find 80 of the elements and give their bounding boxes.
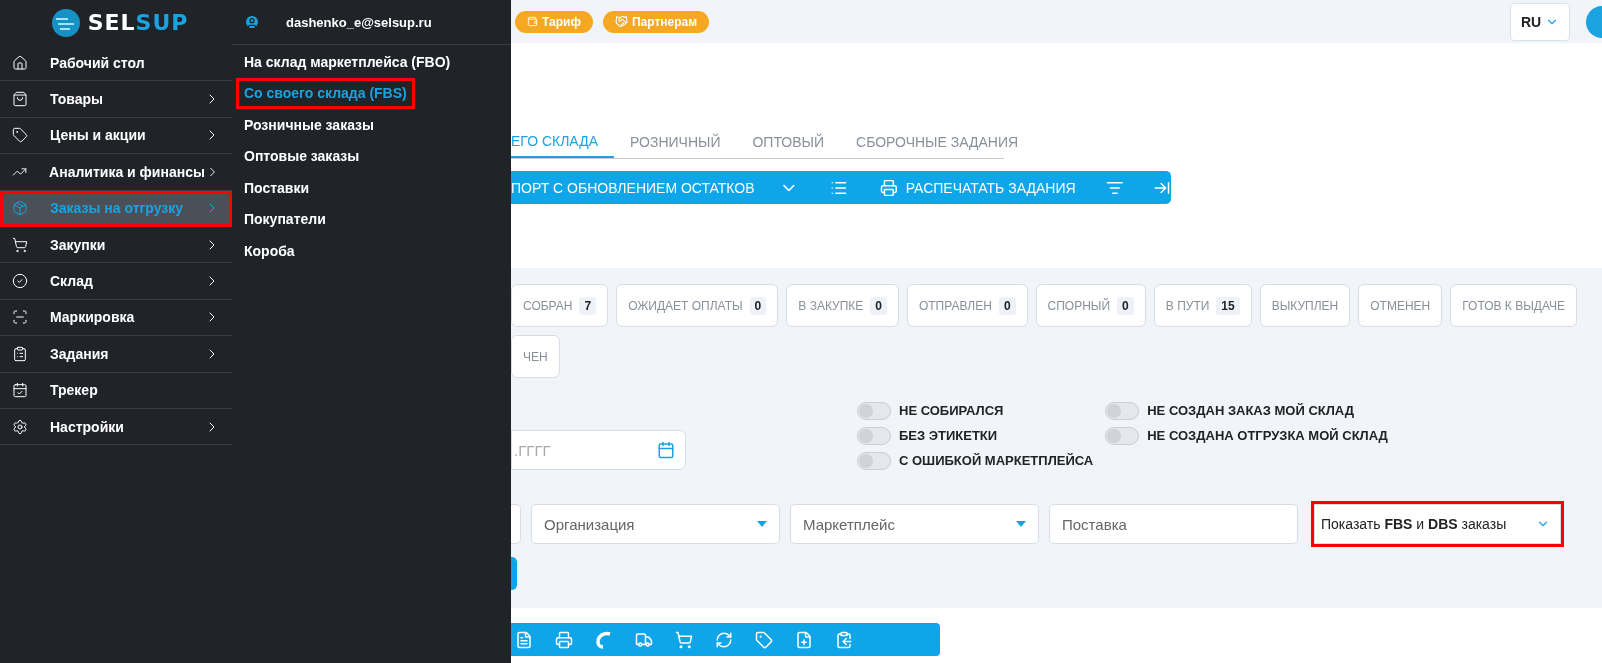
- refresh-icon: [715, 630, 733, 649]
- toggle-switch[interactable]: [857, 451, 891, 470]
- document-icon: [515, 630, 533, 649]
- user-email: dashenko_e@selsup.ru: [286, 14, 432, 30]
- order-type-select[interactable]: Показать FBS и DBS заказы: [1314, 504, 1561, 544]
- sidebar-item-label: Цены и акции: [50, 127, 147, 144]
- calendar-check-icon: [12, 382, 28, 399]
- status-filter-chip[interactable]: СОБРАН 7: [511, 284, 609, 327]
- sidebar-item[interactable]: Рабочий стол: [0, 45, 232, 82]
- wallet-icon: [527, 16, 538, 27]
- caret-icon: [1016, 521, 1026, 527]
- select-field[interactable]: Маркетплейс: [790, 504, 1039, 544]
- sidebar-item[interactable]: Трекер: [0, 372, 232, 409]
- status-filter-chip[interactable]: ОЖИДАЕТ ОПЛАТЫ 0: [616, 284, 779, 327]
- toggle-label: НЕ СОЗДАНА ОТГРУЗКА МОЙ СКЛАД: [1147, 428, 1388, 443]
- sidebar-item-label: Настройки: [50, 418, 125, 435]
- sidebar-item-label: Аналитика и финансы: [49, 163, 205, 180]
- caret-icon: [757, 521, 767, 527]
- submenu-item[interactable]: Короба: [236, 235, 303, 267]
- sidebar-item-label: Маркировка: [50, 309, 136, 326]
- sidebar-item-label: Трекер: [50, 382, 99, 399]
- sidebar-item-label: Товары: [50, 91, 104, 108]
- toggle-label: БЕЗ ЭТИКЕТКИ: [899, 428, 998, 443]
- clipboard-icon: [835, 630, 853, 649]
- truck-icon: [635, 630, 653, 649]
- c-icon: [595, 630, 613, 649]
- cart-icon: [12, 236, 28, 253]
- tag-icon: [755, 630, 773, 649]
- user-icon: [244, 14, 260, 30]
- submenu-item[interactable]: Оптовые заказы: [236, 140, 368, 172]
- box-icon: [12, 200, 28, 217]
- status-count: 7: [579, 296, 597, 315]
- toggle-switch[interactable]: [857, 426, 891, 445]
- home-icon: [12, 54, 28, 71]
- tag-icon: [12, 127, 28, 144]
- toggle-label: НЕ СОЗДАН ЗАКАЗ МОЙ СКЛАД: [1147, 403, 1354, 418]
- toggle-label: С ОШИБКОЙ МАРКЕТПЛЕЙСА: [899, 453, 1094, 468]
- toggle-switch[interactable]: [1105, 426, 1140, 445]
- status-filter-chip[interactable]: СПОРНЫЙ 0: [1035, 284, 1146, 327]
- calendar-icon: [657, 441, 675, 459]
- logo-text: SELSUP: [87, 10, 189, 35]
- clipboard-icon: [12, 345, 28, 362]
- sidebar-item-label: Закупки: [50, 236, 107, 253]
- status-count: 15: [1216, 296, 1240, 315]
- avatar-icon[interactable]: [1586, 5, 1602, 38]
- sidebar-item-label: Склад: [50, 273, 94, 290]
- language-select[interactable]: RU: [1510, 2, 1570, 41]
- status-count: 0: [1117, 296, 1134, 315]
- status-count: 0: [749, 296, 767, 315]
- toggle-switch[interactable]: [857, 401, 891, 420]
- status-filter-chip[interactable]: ОТПРАВЛЕН 0: [906, 284, 1028, 327]
- sidebar-item[interactable]: Товары: [0, 81, 232, 118]
- scan-icon: [12, 309, 28, 326]
- cart-icon: [675, 630, 693, 649]
- submenu-item[interactable]: На склад маркетплейса (FBO): [236, 46, 459, 78]
- add-note-icon: [795, 630, 813, 649]
- status-count: 0: [870, 296, 887, 315]
- input-field[interactable]: Поставка: [1049, 504, 1298, 544]
- bag-icon: [12, 91, 28, 108]
- handshake-icon: [614, 15, 628, 28]
- printer-icon: [880, 178, 898, 197]
- sidebar-item-label: Задания: [50, 345, 110, 362]
- check-circle-icon: [12, 273, 28, 290]
- submenu-item[interactable]: Покупатели: [236, 203, 334, 235]
- toggle-label: НЕ СОБИРАЛСЯ: [899, 403, 1004, 418]
- sidebar-item-label: Рабочий стол: [50, 54, 146, 71]
- submenu-item[interactable]: Со своего склада (FBS): [236, 77, 415, 109]
- submenu-item[interactable]: Поставки: [236, 172, 318, 204]
- submenu-item[interactable]: Розничные заказы: [236, 109, 383, 141]
- status-count: 0: [998, 296, 1016, 315]
- logo-icon: [49, 6, 82, 39]
- toggle-switch[interactable]: [1105, 401, 1140, 420]
- sidebar-item-label: Заказы на отгрузку: [50, 200, 185, 217]
- printer-icon: [555, 630, 573, 649]
- select-field[interactable]: Организация: [531, 504, 780, 544]
- status-filter-chip[interactable]: В ПУТИ 15: [1153, 284, 1252, 327]
- button-edge[interactable]: [511, 557, 517, 590]
- field-edge[interactable]: [511, 504, 521, 544]
- settings-icon: [12, 418, 28, 435]
- status-filter-chip[interactable]: В ЗАКУПКЕ 0: [786, 284, 899, 327]
